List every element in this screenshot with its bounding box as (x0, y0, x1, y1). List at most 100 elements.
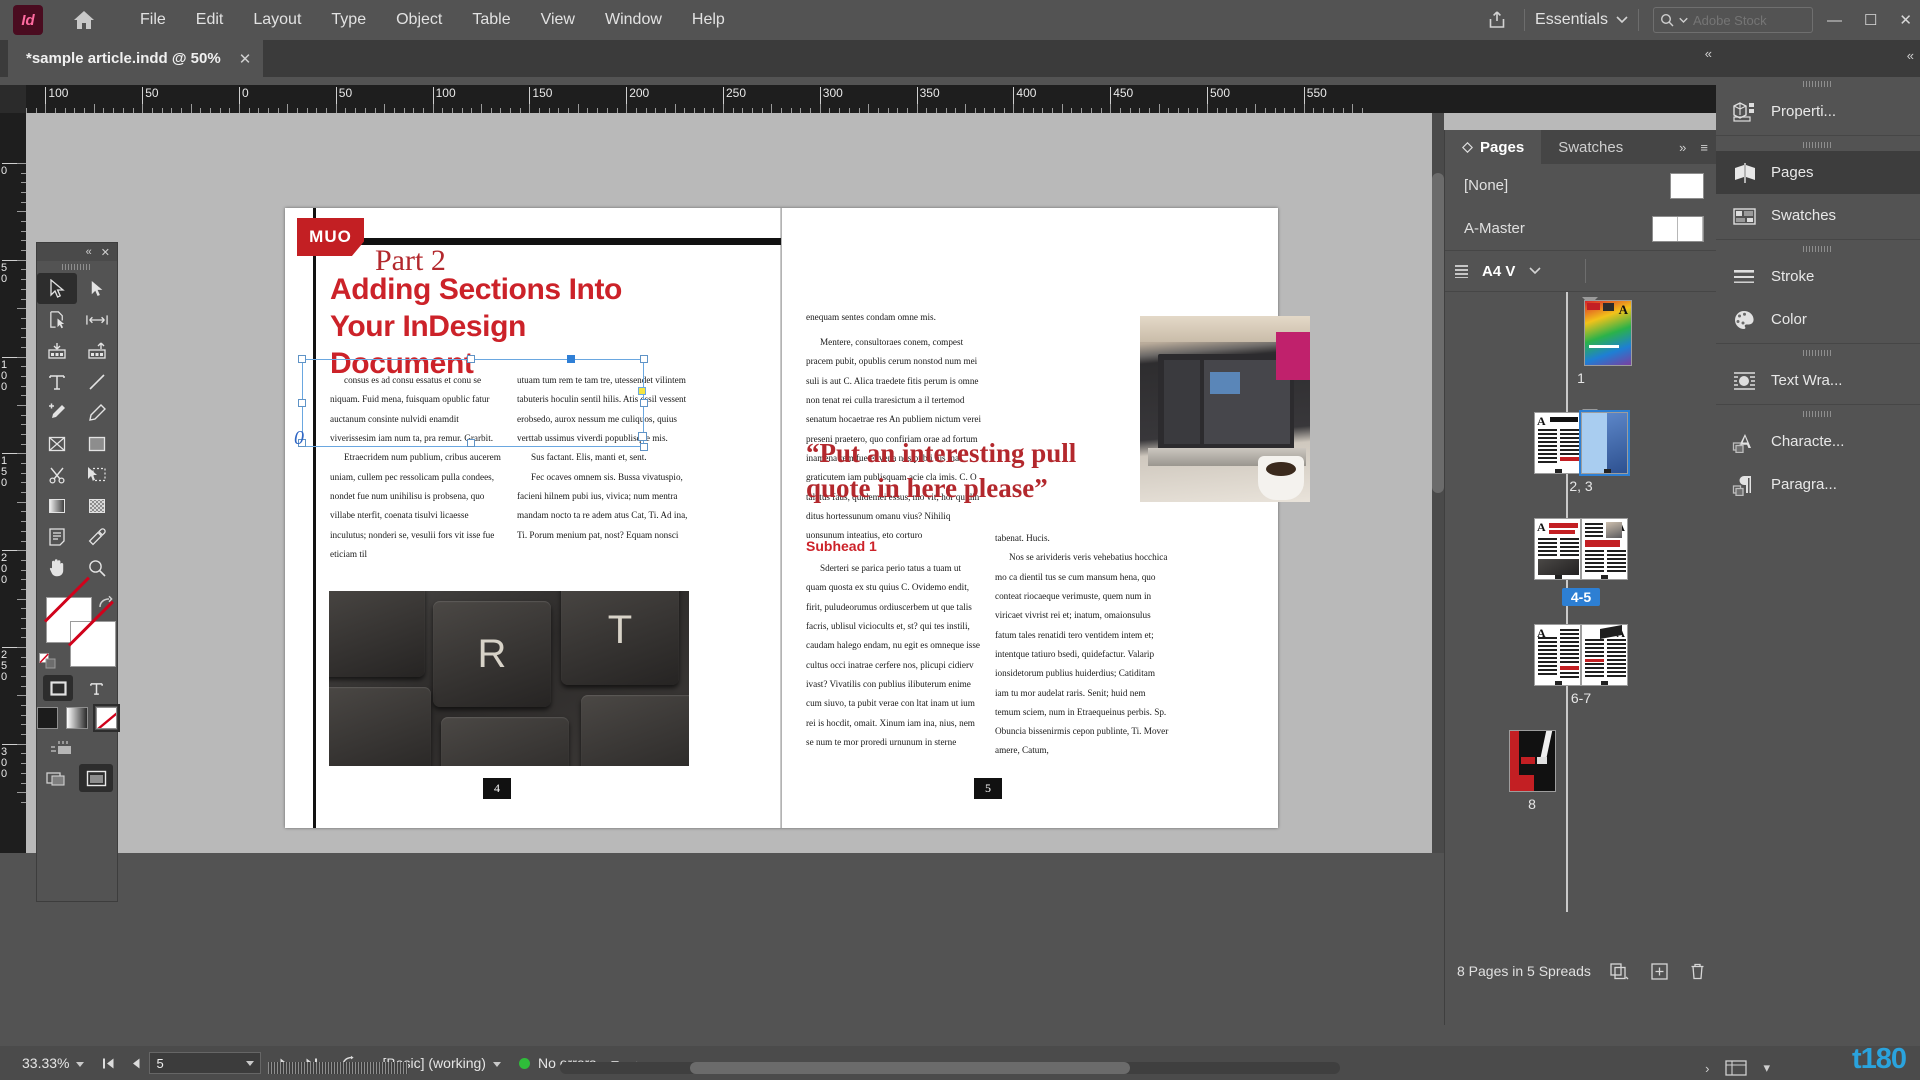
headline-text[interactable]: Adding Sections Into Your InDesign Docum… (330, 272, 675, 383)
dock-grip[interactable] (1716, 346, 1920, 359)
rectangle-tool[interactable] (77, 428, 117, 459)
page-item-2-3[interactable]: A A 2, 3 (1445, 412, 1717, 496)
menu-window[interactable]: Window (590, 0, 677, 40)
horizontal-scrollbar[interactable] (560, 1062, 1340, 1074)
page-4[interactable]: MUO Part 2 Adding Sections Into Your InD… (285, 208, 781, 828)
swap-fill-stroke-icon[interactable] (39, 653, 57, 669)
keyboard-photo[interactable]: R T (329, 591, 689, 766)
page-item-8[interactable]: 8 (1445, 730, 1717, 814)
format-text-icon[interactable] (81, 675, 111, 701)
vertical-ruler[interactable]: 05 01 0 01 5 02 0 02 5 03 0 0 (0, 113, 26, 853)
eyedropper-tool[interactable] (77, 521, 117, 552)
tab-pages[interactable]: Pages (1445, 130, 1541, 164)
body-column-2[interactable]: utuam tum rem te tam tre, utessendet vil… (517, 371, 689, 545)
collapse-icon[interactable]: « (86, 246, 92, 258)
close-icon[interactable]: ✕ (239, 50, 252, 68)
document-spread[interactable]: MUO Part 2 Adding Sections Into Your InD… (285, 208, 1278, 828)
content-placer-tool[interactable] (77, 335, 117, 366)
close-icon[interactable]: ✕ (101, 246, 110, 259)
preview-view-mode-icon[interactable] (79, 764, 113, 792)
edit-page-size-icon[interactable] (1610, 963, 1629, 980)
selection-tool[interactable] (37, 273, 77, 304)
pull-quote[interactable]: “Put an interesting pull quote in here p… (806, 436, 1096, 506)
page-thumbnail-6[interactable]: A (1534, 624, 1581, 686)
selection-handle-bc[interactable] (467, 439, 475, 447)
adobe-stock-search[interactable] (1653, 7, 1813, 33)
selection-handle-active[interactable] (567, 355, 575, 363)
selection-handle-ml[interactable] (298, 399, 306, 407)
pen-tool[interactable] (37, 397, 77, 428)
pencil-tool[interactable] (77, 397, 117, 428)
chevron-double-right-icon[interactable]: » (1679, 140, 1686, 155)
page-item-4-5[interactable]: A A (1445, 518, 1717, 607)
selection-handle-tc[interactable] (467, 355, 475, 363)
delete-page-icon[interactable] (1690, 963, 1705, 980)
canvas-vertical-scrollbar[interactable] (1432, 113, 1444, 853)
stroke-swatch-none[interactable] (70, 621, 116, 667)
dock-item-swatches[interactable]: Swatches (1716, 194, 1920, 237)
document-tab[interactable]: *sample article.indd @ 50% ✕ (8, 40, 263, 77)
master-none-row[interactable]: [None] (1445, 164, 1716, 207)
right-body-column-3[interactable]: tabenat. Hucis. Nos se arivideris veris … (995, 529, 1170, 761)
tools-panel[interactable]: « ✕ (36, 242, 118, 902)
dock-item-properties[interactable]: Properti... (1716, 90, 1920, 133)
horizontal-ruler[interactable]: 10050050100150200250300350400450500550 (26, 85, 1716, 113)
menu-object[interactable]: Object (381, 0, 457, 40)
menu-table[interactable]: Table (457, 0, 525, 40)
dock-grip[interactable] (1716, 138, 1920, 151)
selection-handle-tr[interactable] (640, 355, 648, 363)
apply-color-icon[interactable] (37, 707, 58, 729)
gradient-swatch-tool[interactable] (37, 490, 77, 521)
page-thumbnail[interactable]: A (1584, 300, 1632, 366)
dock-grip[interactable] (1716, 242, 1920, 255)
workspace-switcher[interactable]: Essentials (1535, 11, 1628, 29)
dock-item-stroke[interactable]: Stroke (1716, 255, 1920, 298)
right-body-column-1[interactable]: enequam sentes condam omne mis. (806, 308, 981, 327)
type-tool[interactable] (37, 366, 77, 397)
previous-page-icon[interactable] (131, 1057, 141, 1070)
selection-handle-mr[interactable] (640, 399, 648, 407)
restore-button[interactable]: ☐ (1864, 11, 1877, 29)
muo-badge[interactable]: MUO (297, 218, 364, 256)
menu-type[interactable]: Type (316, 0, 381, 40)
collapse-dock-icon[interactable]: « (1907, 48, 1914, 63)
apply-none-icon[interactable] (96, 707, 117, 729)
zoom-level-control[interactable]: 33.33% (22, 1055, 84, 1071)
gap-tool[interactable] (77, 304, 117, 335)
page-thumbnail-4[interactable]: A (1534, 518, 1581, 580)
free-transform-tool[interactable] (77, 459, 117, 490)
frame-tool[interactable] (37, 428, 77, 459)
selection-handle-tl[interactable] (298, 355, 306, 363)
more-icon[interactable]: ▾ (1763, 1060, 1770, 1076)
dock-grip[interactable] (1716, 77, 1920, 90)
page-tool[interactable] (37, 304, 77, 335)
swap-arrow-icon[interactable] (97, 595, 113, 616)
subhead-text[interactable]: Subhead 1 (806, 538, 877, 554)
tools-panel-grip[interactable] (37, 261, 117, 273)
scissors-tool[interactable] (37, 459, 77, 490)
page-5[interactable]: enequam sentes condam omne mis. Mentere,… (782, 208, 1278, 828)
first-page-icon[interactable] (102, 1057, 115, 1070)
page-item-1[interactable]: A 1 (1445, 300, 1717, 388)
panel-menu-icon[interactable]: ≡ (1700, 140, 1708, 155)
menu-help[interactable]: Help (677, 0, 740, 40)
chevron-down-icon[interactable] (1529, 267, 1541, 275)
normal-view-mode-icon[interactable] (41, 765, 71, 791)
page-item-6-7[interactable]: A A 6-7 (1445, 624, 1717, 708)
dock-item-color[interactable]: Color (1716, 298, 1920, 341)
dock-item-paragraph[interactable]: Paragra... (1716, 463, 1920, 506)
dock-item-character[interactable]: Characte... (1716, 420, 1920, 463)
format-container-icon[interactable] (43, 675, 73, 701)
menu-view[interactable]: View (526, 0, 590, 40)
share-icon[interactable] (1480, 0, 1514, 40)
right-body-column-2[interactable]: Sderteri se parica perio tatus a tuam ut… (806, 559, 981, 752)
scroll-right-icon[interactable]: › (1705, 1061, 1709, 1076)
selection-handle-br[interactable] (640, 443, 648, 451)
line-tool[interactable] (77, 366, 117, 397)
page-thumbnail-5[interactable]: A (1581, 518, 1628, 580)
page-number-field[interactable]: 5 (149, 1052, 261, 1074)
pages-panel[interactable]: Pages Swatches » ≡ [None] A-Master A4 V (1444, 130, 1716, 1025)
direct-selection-tool[interactable] (77, 273, 117, 304)
menu-file[interactable]: File (125, 0, 181, 40)
new-page-icon[interactable] (1651, 963, 1668, 980)
